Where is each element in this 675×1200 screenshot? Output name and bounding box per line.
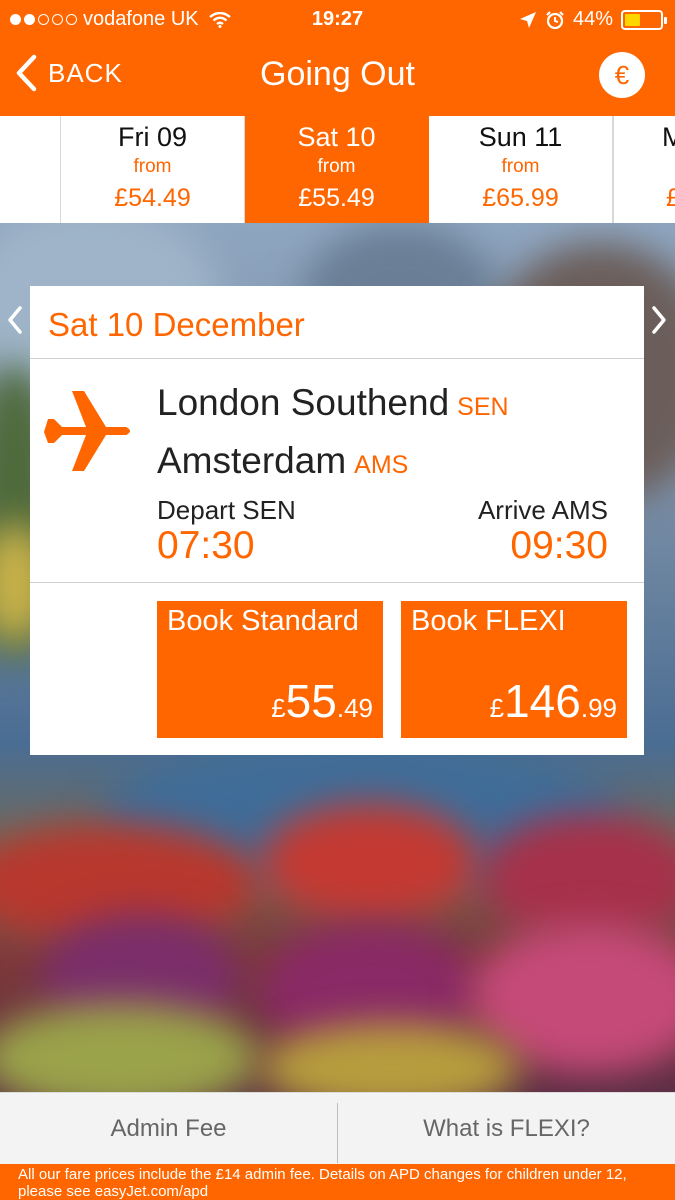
book-standard-price: £55.49 — [271, 674, 373, 728]
date-day: 8 — [0, 122, 60, 154]
status-bar: vodafone UK 19:27 44% — [0, 0, 675, 38]
date-from — [0, 156, 60, 182]
date-from: from — [501, 156, 540, 177]
destination-code: AMS — [354, 451, 409, 479]
what-is-flexi-link[interactable]: What is FLEXI? — [338, 1093, 675, 1165]
date-cell-fri-09[interactable]: Fri 09 from £54.49 — [61, 116, 245, 223]
price-currency: £ — [271, 693, 286, 723]
previous-arrow[interactable] — [4, 300, 26, 340]
price-currency: £ — [489, 693, 505, 723]
depart-time: 07:30 — [157, 524, 255, 567]
date-from — [614, 156, 675, 182]
date-price: £54.49 — [114, 184, 191, 212]
price-whole: 55 — [285, 675, 337, 727]
book-flexi-label: Book FLEXI — [411, 605, 566, 637]
book-flexi-button[interactable]: Book FLEXI £146.99 — [401, 601, 627, 738]
arrive-time: 09:30 — [510, 524, 608, 567]
chevron-left-icon — [8, 306, 22, 334]
chevron-right-icon — [652, 306, 666, 334]
header: vodafone UK 19:27 44% BACK Going Out € — [0, 0, 675, 116]
book-flexi-price: £146.99 — [490, 674, 617, 728]
origin-line: London Southend SEN — [157, 382, 509, 424]
euro-icon: € — [614, 60, 630, 90]
book-standard-label: Book Standard — [167, 605, 359, 637]
date-day: Fri 09 — [117, 122, 188, 152]
origin-code: SEN — [457, 393, 509, 421]
date-from: from — [133, 156, 172, 177]
arrive-label: Arrive AMS — [477, 495, 608, 525]
fare-disclaimer: All our fare prices include the £14 admi… — [0, 1164, 675, 1200]
location-arrow-icon — [519, 11, 536, 28]
date-day: Sat 10 — [297, 122, 376, 152]
battery-fill — [625, 13, 640, 26]
origin-city: London Southend — [157, 382, 450, 423]
date-cell-sat-10[interactable]: Sat 10 from £55.49 — [245, 116, 429, 223]
date-from: from — [317, 156, 356, 177]
currency-button[interactable]: € — [599, 52, 645, 98]
plane-icon — [44, 391, 130, 471]
price-decimal: .49 — [336, 693, 373, 723]
destination-city: Amsterdam — [157, 440, 347, 481]
status-right: 44% — [519, 8, 667, 31]
divider — [30, 582, 644, 583]
date-price: £55.49 — [298, 184, 375, 212]
depart-label: Depart SEN — [157, 495, 296, 525]
divider — [30, 358, 644, 359]
book-standard-button[interactable]: Book Standard £55.49 — [157, 601, 383, 738]
price-whole: 146 — [504, 675, 581, 727]
date-cell-sun-11[interactable]: Sun 11 from £65.99 — [429, 116, 613, 223]
date-day: M — [662, 122, 675, 152]
page-title: Going Out — [260, 55, 415, 93]
date-price: £ — [666, 184, 675, 212]
date-day: Sun 11 — [478, 122, 563, 152]
date-cell-next[interactable]: M £ — [613, 116, 675, 223]
battery-percent: 44% — [572, 8, 613, 30]
navbar: BACK Going Out € — [0, 38, 675, 116]
price-decimal: .99 — [580, 693, 617, 723]
date-price: £65.99 — [482, 184, 559, 212]
admin-fee-link[interactable]: Admin Fee — [0, 1093, 337, 1165]
destination-line: Amsterdam AMS — [157, 440, 408, 482]
flight-card: Sat 10 December London Southend SEN Amste… — [30, 286, 644, 755]
battery-icon — [621, 9, 667, 30]
next-arrow[interactable] — [648, 300, 670, 340]
date-strip: 8 9 Fri 09 from £54.49 Sat 10 from £55.4… — [0, 116, 675, 223]
alarm-icon — [546, 10, 564, 29]
bottom-bar: Admin Fee What is FLEXI? — [0, 1092, 675, 1164]
flight-date-heading: Sat 10 December — [48, 306, 305, 343]
date-price: 9 — [0, 184, 60, 213]
date-cell-prev[interactable]: 8 9 — [0, 116, 61, 223]
